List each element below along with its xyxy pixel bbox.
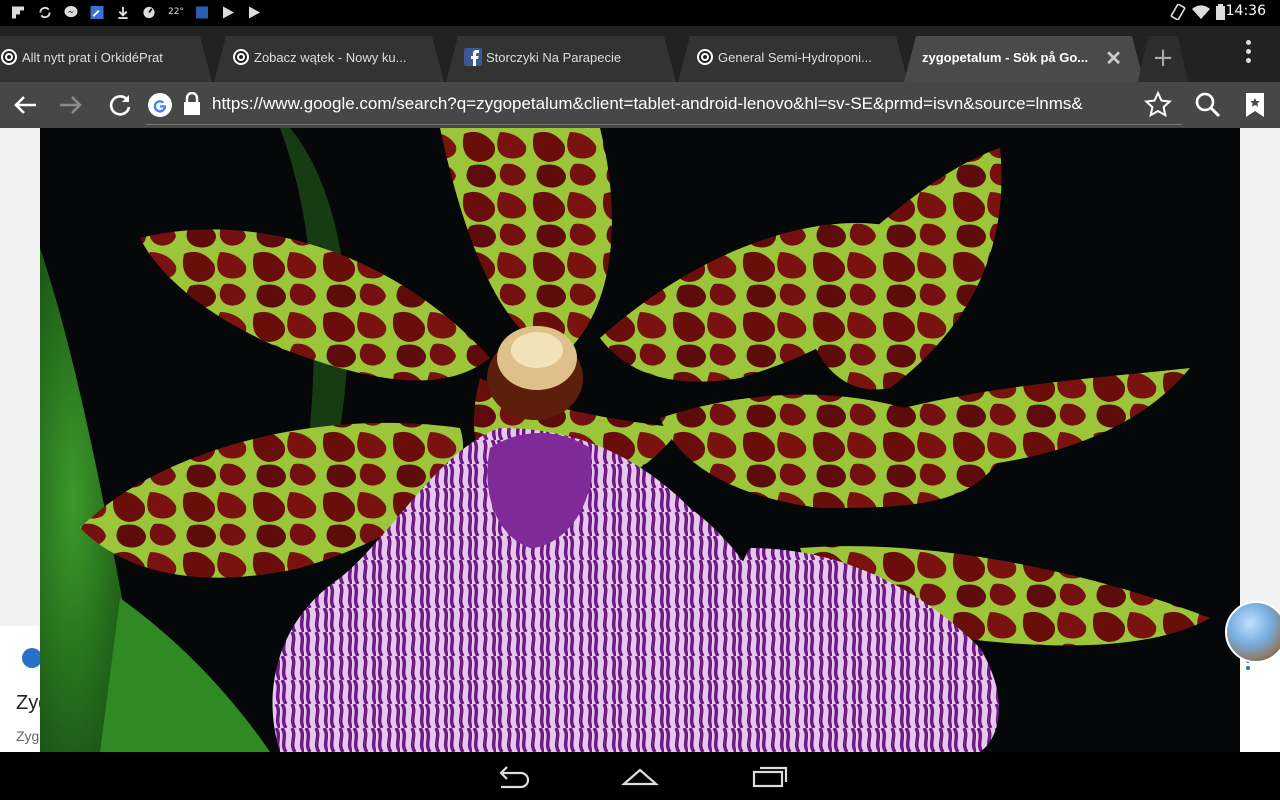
speed-icon bbox=[143, 6, 155, 19]
google-g-icon bbox=[148, 93, 172, 117]
flipboard-icon bbox=[12, 6, 24, 19]
wifi-icon bbox=[1192, 5, 1210, 19]
overflow-menu-icon[interactable] bbox=[1240, 40, 1256, 70]
android-nav-bar bbox=[0, 752, 1280, 800]
orchid-photo bbox=[40, 128, 1240, 752]
globe-icon bbox=[22, 648, 42, 668]
url-field[interactable]: https://www.google.com/search?q=zygopeta… bbox=[212, 94, 1136, 114]
forward-arrow-icon[interactable] bbox=[56, 90, 86, 120]
tab-storczyki[interactable]: Storczyki Na Parapecie bbox=[446, 36, 676, 82]
account-avatar[interactable] bbox=[1225, 601, 1280, 663]
browser-toolbar: https://www.google.com/search?q=zygopeta… bbox=[0, 82, 1280, 128]
bookmarks-icon[interactable] bbox=[1243, 90, 1267, 120]
wrench-app-icon bbox=[90, 6, 104, 19]
url-underline bbox=[146, 124, 1182, 125]
tab-semi-hydroponics[interactable]: General Semi-Hydroponi... bbox=[678, 36, 908, 82]
messenger-icon bbox=[64, 6, 78, 18]
result-subtitle: Zyg bbox=[16, 728, 40, 744]
tab-label: Zobacz wątek - Nowy ku... bbox=[254, 50, 407, 65]
status-bar: 22° 14:36 bbox=[0, 0, 1280, 26]
recents-nav-icon[interactable] bbox=[750, 764, 790, 790]
download-icon bbox=[118, 6, 128, 19]
site-favicon-icon bbox=[696, 48, 714, 66]
tab-label: Allt nytt prat i OrkidéPrat bbox=[22, 50, 163, 65]
play-store-icon bbox=[223, 6, 234, 19]
rotation-icon bbox=[1170, 4, 1186, 20]
tab-label: General Semi-Hydroponi... bbox=[718, 50, 872, 65]
home-nav-icon[interactable] bbox=[620, 764, 660, 790]
calendar-icon bbox=[196, 6, 208, 19]
close-tab-icon[interactable]: ✕ bbox=[1105, 46, 1122, 71]
lock-icon bbox=[184, 92, 200, 115]
search-icon[interactable] bbox=[1193, 90, 1223, 120]
site-favicon-icon bbox=[0, 48, 18, 66]
tab-zobacz-watek[interactable]: Zobacz wątek - Nowy ku... bbox=[214, 36, 444, 82]
sync-icon bbox=[39, 6, 51, 19]
tab-strip: Allt nytt prat i OrkidéPrat Zobacz wątek… bbox=[0, 26, 1280, 82]
back-nav-icon[interactable] bbox=[493, 764, 533, 790]
site-favicon-icon bbox=[232, 48, 250, 66]
battery-icon bbox=[1216, 4, 1225, 20]
reload-icon[interactable] bbox=[105, 90, 135, 120]
back-arrow-icon[interactable] bbox=[10, 90, 40, 120]
play-store-icon bbox=[249, 6, 260, 19]
facebook-icon bbox=[464, 48, 482, 66]
tab-orkideprat[interactable]: Allt nytt prat i OrkidéPrat bbox=[0, 36, 212, 82]
web-page-content[interactable]: Zyg Zyg bbox=[0, 128, 1280, 752]
tab-label: Storczyki Na Parapecie bbox=[486, 50, 622, 65]
temperature-label: 22° bbox=[168, 7, 184, 17]
star-bookmark-icon[interactable] bbox=[1143, 90, 1173, 120]
status-clock: 14:36 bbox=[1225, 3, 1266, 19]
zygopetalum-image-preview[interactable] bbox=[40, 128, 1240, 752]
tab-zygopetalum-active[interactable]: zygopetalum - Sök på Go... ✕ bbox=[904, 36, 1144, 82]
tab-label: zygopetalum - Sök på Go... bbox=[922, 50, 1089, 65]
